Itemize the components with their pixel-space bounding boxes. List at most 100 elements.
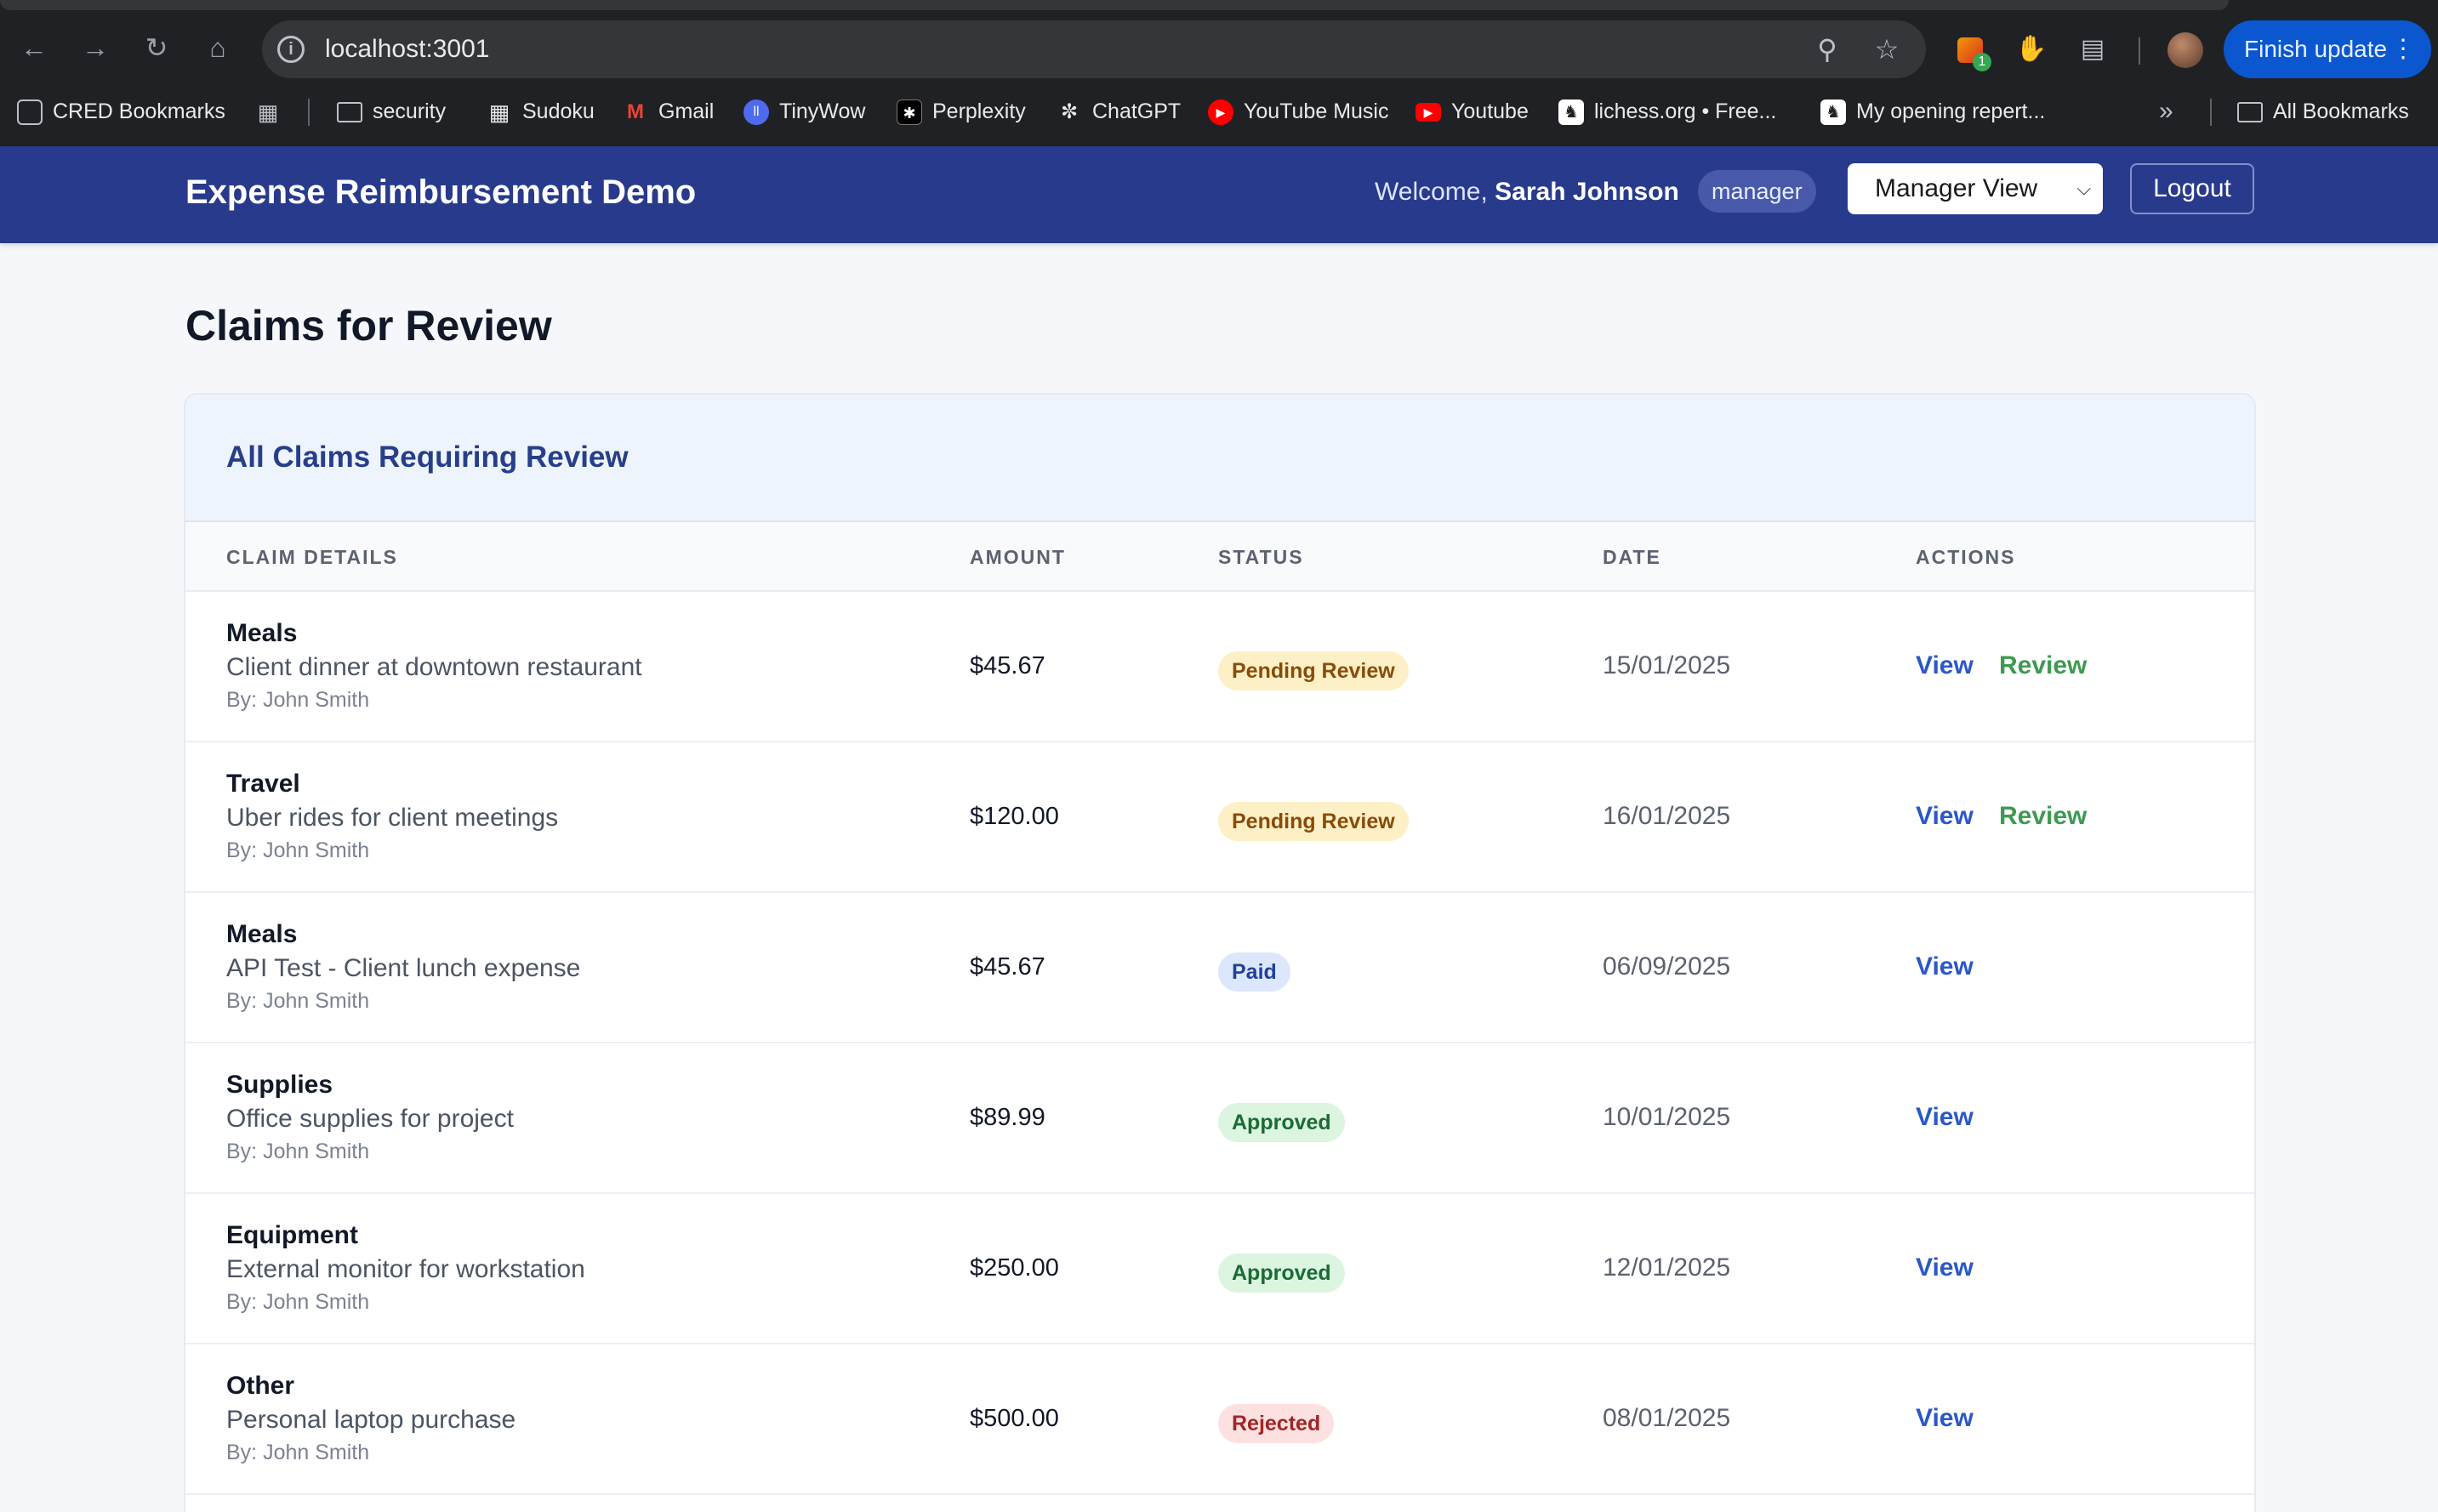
extension-badge-icon[interactable]: 1 (1953, 32, 1991, 72)
bookmark-item[interactable]: ▦ (255, 92, 291, 131)
bookmark-item[interactable]: M Gmail (623, 92, 714, 131)
claim-submitter: By: John Smith (226, 1441, 370, 1464)
folder-icon (337, 102, 362, 123)
page-title: Claims for Review (185, 302, 552, 350)
bookmark-label: YouTube Music (1244, 99, 1389, 123)
chevron-down-icon: ⌵ (2076, 178, 2091, 199)
bookmark-label: CRED Bookmarks (53, 99, 225, 123)
claim-description: External monitor for workstation (226, 1255, 585, 1283)
extensions-puzzle-icon[interactable]: ▤ (2076, 32, 2110, 66)
view-link[interactable]: View (1916, 1252, 1974, 1284)
hand-extension-icon[interactable]: ✋ (2014, 32, 2048, 66)
claim-amount: $45.67 (970, 652, 1045, 679)
logout-button[interactable]: Logout (2130, 163, 2254, 214)
home-icon[interactable]: ⌂ (201, 31, 235, 65)
table-row: Equipment External monitor for workstatio… (185, 1194, 2254, 1344)
bookmark-item[interactable]: ♞ My opening repert... (1820, 92, 2045, 131)
bookmark-separator (308, 99, 310, 126)
column-header-status: STATUS (1218, 546, 1304, 568)
site-info-icon[interactable]: i (277, 36, 305, 63)
more-menu-icon[interactable]: ⋮ (2390, 20, 2416, 78)
bookmark-item[interactable]: ▶ YouTube Music (1208, 92, 1388, 131)
browser-toolbar: ← → ↻ ⌂ i localhost:3001 ⚲ ☆ 1 ✋ ▤ Finis… (0, 14, 2438, 85)
bookmark-label: security (373, 99, 447, 123)
address-bar[interactable]: i localhost:3001 ⚲ ☆ (262, 20, 1926, 78)
claim-description: Office supplies for project (226, 1105, 514, 1133)
review-link[interactable]: Review (1999, 800, 2087, 833)
status-badge: Paid (1218, 952, 1290, 992)
review-link[interactable]: Review (1999, 650, 2087, 682)
zoom-icon[interactable]: ⚲ (1810, 32, 1844, 66)
table-row: Travel Uber rides for client meetings By: … (185, 742, 2254, 893)
claim-amount: $45.67 (970, 953, 1045, 981)
card-title: All Claims Requiring Review (226, 441, 629, 474)
app-header: Expense Reimbursement Demo Welcome, Sara… (0, 146, 2438, 243)
active-tab[interactable] (0, 0, 2229, 10)
browser-chrome: ← → ↻ ⌂ i localhost:3001 ⚲ ☆ 1 ✋ ▤ Finis… (0, 0, 2438, 146)
role-badge: manager (1698, 170, 1816, 213)
bookmark-label: TinyWow (779, 99, 866, 123)
bookmark-label: Gmail (658, 99, 715, 123)
claim-category: Equipment (226, 1221, 358, 1249)
view-link[interactable]: View (1916, 800, 1974, 833)
chatgpt-icon: ✼ (1060, 100, 1079, 124)
perplexity-icon: ✱ (897, 99, 922, 126)
table-header: CLAIM DETAILS AMOUNT STATUS DATE ACTIONS (185, 522, 2254, 592)
bookmark-star-icon[interactable]: ☆ (1870, 32, 1904, 66)
view-link[interactable]: View (1916, 1402, 1974, 1435)
view-link[interactable]: View (1916, 951, 1974, 983)
reload-icon[interactable]: ↻ (140, 31, 174, 65)
claim-description: Client dinner at downtown restaurant (226, 653, 642, 681)
profile-avatar[interactable] (2167, 32, 2203, 68)
claim-submitter: By: John Smith (226, 989, 370, 1013)
table-row: Meals API Test - Client lunch expense By: … (185, 893, 2254, 1043)
view-select[interactable]: Manager View ⌵ (1848, 163, 2103, 214)
table-row: Meals Client dinner at downtown restauran… (185, 592, 2254, 742)
table-row: Supplies Office supplies for project By: J… (185, 1043, 2254, 1194)
claim-submitter: By: John Smith (226, 1290, 370, 1314)
bookmark-label: lichess.org • Free... (1594, 99, 1777, 123)
bookmark-item[interactable]: ♞ lichess.org • Free... (1558, 92, 1776, 131)
claim-amount: $120.00 (970, 803, 1059, 830)
claim-submitter: By: John Smith (226, 1140, 370, 1163)
status-badge: Approved (1218, 1103, 1345, 1142)
claim-category: Meals (226, 619, 298, 647)
app-title[interactable]: Expense Reimbursement Demo (185, 168, 696, 216)
column-header-date: DATE (1603, 546, 1661, 568)
bookmark-item[interactable]: security (337, 92, 446, 131)
claim-category: Meals (226, 920, 298, 948)
tinywow-icon: ll (743, 99, 769, 126)
claim-amount: $500.00 (970, 1405, 1059, 1432)
bookmark-item[interactable]: ▦ Sudoku (487, 92, 595, 131)
lichess-icon: ♞ (1820, 99, 1846, 126)
back-arrow-icon[interactable]: ← (17, 31, 51, 65)
view-link[interactable]: View (1916, 1101, 1974, 1134)
claim-date: 10/01/2025 (1603, 1103, 1731, 1131)
youtube-music-icon: ▶ (1208, 99, 1233, 126)
claim-date: 12/01/2025 (1603, 1253, 1731, 1282)
claim-date: 06/09/2025 (1603, 952, 1731, 981)
bookmark-item[interactable]: CRED Bookmarks (17, 92, 225, 131)
card-header: All Claims Requiring Review (185, 395, 2254, 522)
claim-amount: $250.00 (970, 1254, 1059, 1282)
status-badge: Pending Review (1218, 802, 1409, 841)
bookmark-item[interactable]: ✼ ChatGPT (1057, 92, 1181, 131)
all-bookmarks-item[interactable]: All Bookmarks (2237, 92, 2409, 131)
bookmarks-bar: CRED Bookmarks ▦ security ▦ Sudoku M Gmail… (0, 92, 2438, 131)
url-text[interactable]: localhost:3001 (325, 34, 489, 65)
view-link[interactable]: View (1916, 650, 1974, 682)
claim-description: Personal laptop purchase (226, 1406, 516, 1434)
column-header-amount: AMOUNT (970, 546, 1066, 568)
claim-category: Travel (226, 770, 300, 798)
bookmark-item[interactable]: ll TinyWow (743, 92, 865, 131)
bookmark-item[interactable]: ✱ Perplexity (897, 92, 1026, 131)
bookmark-manager-icon (17, 99, 43, 126)
finish-update-button[interactable]: Finish update ⋮ (2224, 20, 2431, 78)
more-bookmarks-chevron-icon[interactable]: » (2159, 92, 2173, 131)
claim-category: Other (226, 1372, 295, 1400)
bookmark-item[interactable]: ▶ Youtube (1416, 92, 1529, 131)
forward-arrow-icon[interactable]: → (78, 31, 112, 65)
gmail-icon: M (627, 100, 644, 124)
toolbar-separator (2139, 37, 2140, 65)
claim-date: 08/01/2025 (1603, 1404, 1731, 1432)
